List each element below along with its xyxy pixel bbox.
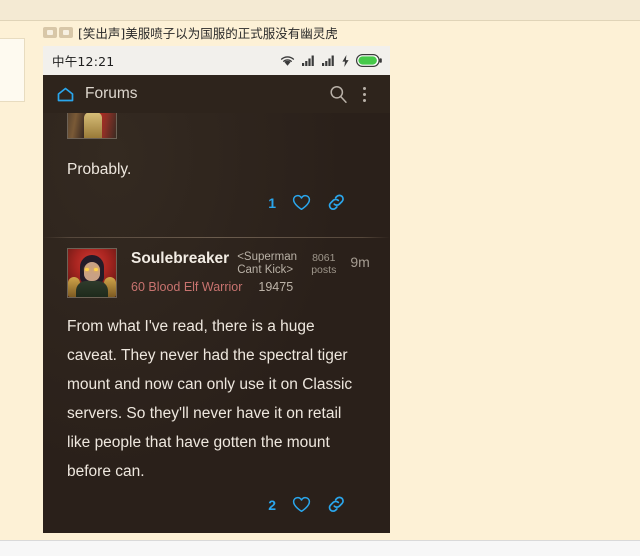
post-guild: <Superman Cant Kick> [237,251,297,277]
post-count-value: 8061 [312,252,336,264]
post-title-text: [笑出声]美服喷子以为国服的正式服没有幽灵虎 [78,25,338,41]
page-bottom-strip [0,540,640,556]
link-icon [328,496,344,512]
post-body: Probably. [67,161,132,178]
post-actions: 2 [43,486,390,527]
post-character-info: 60 Blood Elf Warrior [131,280,243,295]
post-meta: Soulebreaker <Superman Cant Kick> 8061 p… [131,248,370,294]
share-link-button[interactable] [327,194,346,211]
avatar-eye-right [94,268,98,271]
post-count: 8061 posts [311,250,336,276]
overflow-menu-button[interactable] [351,79,377,109]
warrior-avatar[interactable] [67,248,117,298]
heart-icon [292,194,311,211]
app-bar-title: Forums [85,85,138,102]
link-icon [328,194,344,210]
status-bar-time: 中午12:21 [52,54,115,69]
signal-icon [302,55,314,66]
post-count-label: posts [311,264,337,277]
like-count: 1 [268,194,276,211]
background-top-band [0,0,640,21]
background-left-panel [0,38,25,102]
phone-screenshot: 中午12:21 Forums Probably. 1 Soulebreaker … [43,46,390,533]
title-badges [43,26,73,38]
forum-feed[interactable]: 60 Blood Elf Paladin 9100 Probably. 1 [43,113,390,533]
home-icon[interactable] [57,87,74,102]
avatar-body [76,281,108,297]
avatar-face [84,262,100,281]
signal-icon [322,55,334,66]
post-header: 60 Blood Elf Paladin 9100 [43,113,390,139]
search-button[interactable] [325,79,351,109]
avatar-eye-left [85,268,89,271]
battery-icon [356,54,382,67]
charging-bolt-icon [342,54,349,67]
post-achievement-points: 19475 [258,280,294,295]
like-count: 2 [268,496,276,513]
comment-badge-icon [59,26,73,38]
post-meta-primary: Soulebreaker <Superman Cant Kick> 8061 p… [131,250,370,277]
post-header: Soulebreaker <Superman Cant Kick> 8061 p… [43,238,390,298]
forum-post: Soulebreaker <Superman Cant Kick> 8061 p… [43,238,390,527]
post-body: From what I've read, there is a huge cav… [67,318,353,480]
post-actions: 1 [43,184,390,225]
like-button[interactable] [292,194,311,211]
forum-post: 60 Blood Elf Paladin 9100 Probably. 1 [43,113,390,264]
status-bar: 中午12:21 [43,46,390,75]
app-bar: Forums [43,75,390,113]
post-meta-secondary: 60 Blood Elf Warrior 19475 [131,280,370,294]
heart-icon [292,496,311,513]
post-username[interactable]: Soulebreaker [131,250,229,267]
paladin-avatar[interactable] [67,113,117,139]
status-bar-icons [280,54,382,67]
thumb-up-badge-icon [43,26,57,38]
share-link-button[interactable] [327,496,346,513]
like-button[interactable] [292,496,311,513]
overflow-menu-icon [362,86,366,102]
search-icon [329,85,347,103]
wifi-icon [280,55,295,66]
post-timestamp: 9m [350,254,370,270]
post-title-bar: [笑出声]美服喷子以为国服的正式服没有幽灵虎 [43,21,603,43]
desktop-background: [笑出声]美服喷子以为国服的正式服没有幽灵虎 中午12:21 Forums Pr… [0,0,640,556]
